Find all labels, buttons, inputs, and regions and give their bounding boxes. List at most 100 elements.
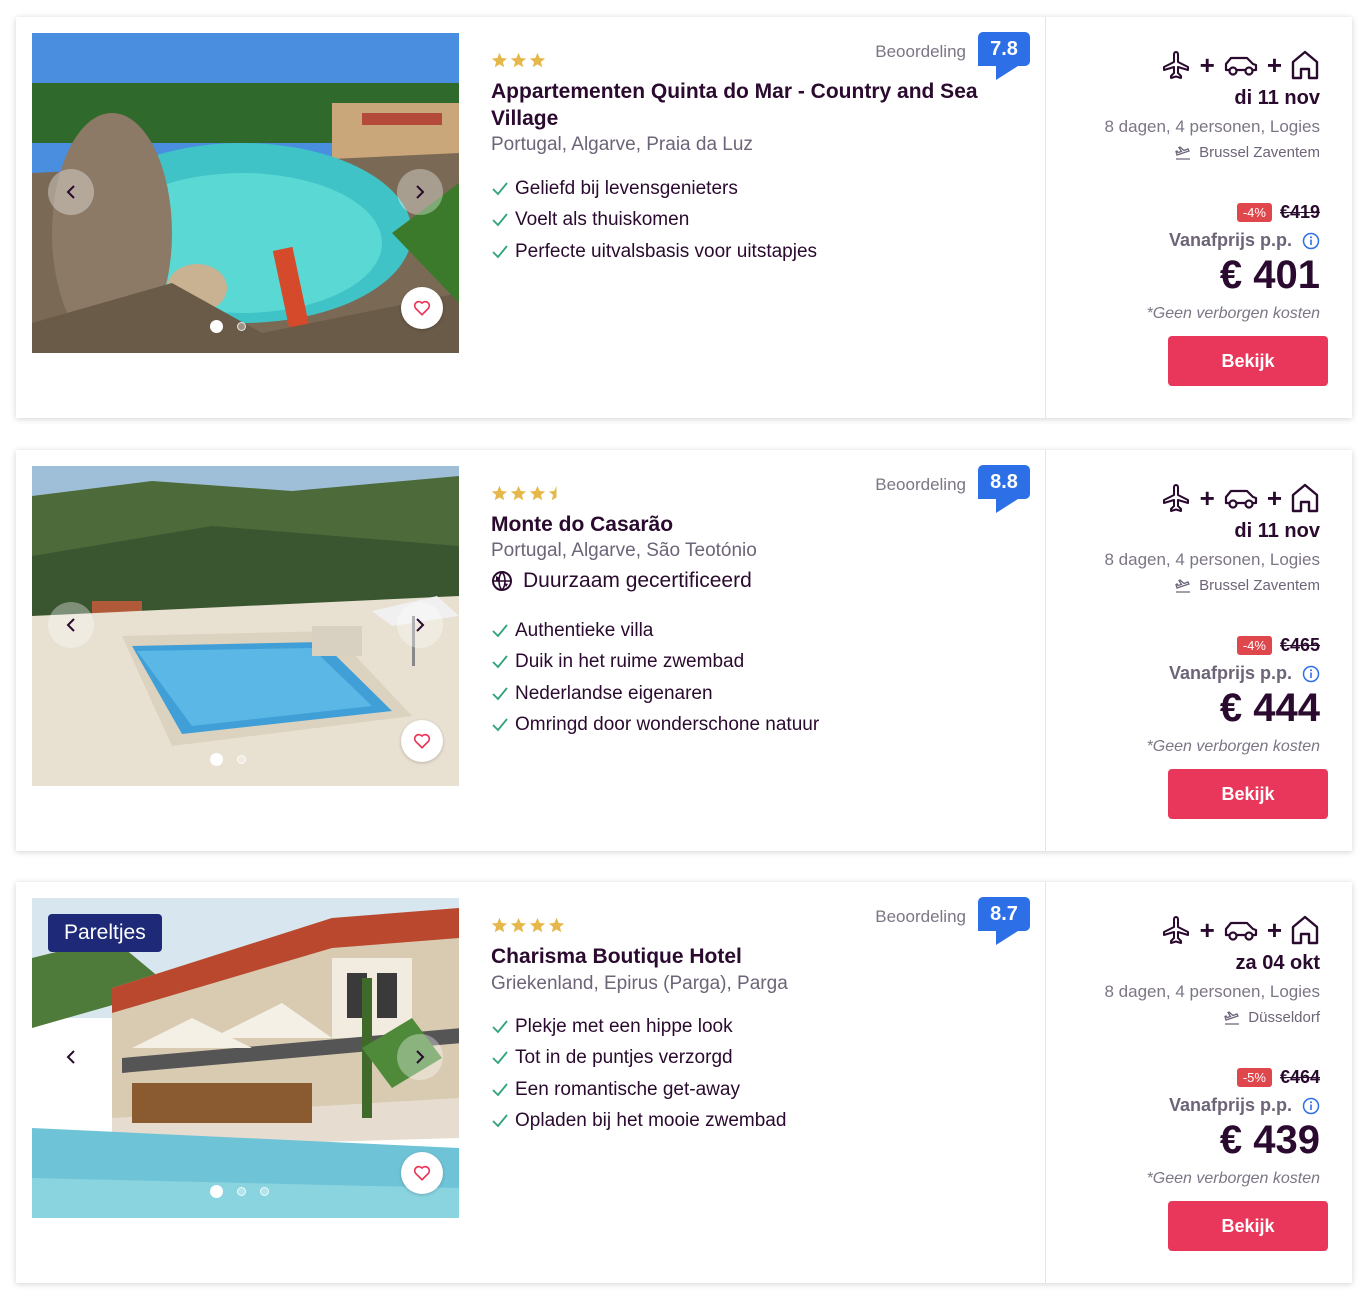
hotel-info: Monte do Casarão Portugal, Algarve, São … xyxy=(491,450,1046,851)
hotel-image-carousel[interactable] xyxy=(32,33,459,353)
view-button[interactable]: Bekijk xyxy=(1168,1201,1328,1251)
star-icon xyxy=(510,917,527,933)
result-card[interactable]: Monte do Casarão Portugal, Algarve, São … xyxy=(16,450,1352,851)
image-pagination xyxy=(210,753,246,766)
pagination-dot[interactable] xyxy=(210,320,223,333)
pagination-dot[interactable] xyxy=(237,322,246,331)
list-item: Een romantische get-away xyxy=(491,1074,786,1106)
heart-icon xyxy=(413,1165,431,1181)
star-icon xyxy=(529,52,546,68)
pagination-dot[interactable] xyxy=(237,755,246,764)
favorite-button[interactable] xyxy=(401,720,443,762)
old-price: €465 xyxy=(1279,635,1320,655)
info-icon[interactable] xyxy=(1302,232,1320,250)
result-card[interactable]: Pareltjes Charisma Boutique Hotel Grieke… xyxy=(16,882,1352,1283)
previous-image-button[interactable] xyxy=(48,169,94,215)
info-icon[interactable] xyxy=(1302,665,1320,683)
usp-text: Nederlandse eigenaren xyxy=(515,682,713,704)
checkmark-icon xyxy=(492,1020,508,1034)
star-icon xyxy=(529,917,546,933)
hotel-location: Portugal, Algarve, Praia da Luz xyxy=(491,134,753,155)
favorite-button[interactable] xyxy=(401,1152,443,1194)
package-icons: + + xyxy=(1160,482,1320,514)
info-icon[interactable] xyxy=(1302,1097,1320,1115)
pagination-dot[interactable] xyxy=(260,1187,269,1196)
airport-name: Brussel Zaventem xyxy=(1199,577,1320,594)
plus-icon: + xyxy=(1266,483,1282,513)
checkmark-icon xyxy=(492,1114,508,1128)
pagination-dot[interactable] xyxy=(237,1187,246,1196)
hotel-location: Griekenland, Epirus (Parga), Parga xyxy=(491,973,788,994)
results-list: Appartementen Quinta do Mar - Country an… xyxy=(0,0,1372,1302)
rating-badge: 7.8 xyxy=(978,32,1030,80)
checkmark-icon xyxy=(492,245,508,259)
globe-icon xyxy=(492,571,512,591)
from-price-text: Vanafprijs p.p. xyxy=(1168,663,1292,683)
from-price-label: Vanafprijs p.p. xyxy=(1169,1095,1320,1116)
usp-text: Perfecte uitvalsbasis voor uitstapjes xyxy=(515,240,818,262)
checkmark-icon xyxy=(492,213,508,227)
usp-text: Geliefd bij levensgenieters xyxy=(515,177,738,199)
price: € 401 xyxy=(1219,253,1320,297)
list-item: Plekje met een hippe look xyxy=(491,1011,786,1043)
list-item: Omringd door wonderschone natuur xyxy=(491,710,819,742)
star-icon xyxy=(491,485,508,501)
chevron-left-icon xyxy=(66,618,75,632)
list-item: Duik in het ruime zwembad xyxy=(491,647,819,679)
usp-text: Een romantische get-away xyxy=(515,1078,740,1100)
usp-list: Authentieke villa Duik in het ruime zwem… xyxy=(491,615,819,741)
certification-text: Duurzaam gecertificeerd xyxy=(523,569,752,592)
image-pagination xyxy=(210,1185,269,1198)
departure-airport: Düsseldorf xyxy=(1224,1009,1320,1026)
from-price-label: Vanafprijs p.p. xyxy=(1169,230,1320,251)
hotel-title[interactable]: Appartementen Quinta do Mar - Country an… xyxy=(491,78,981,132)
plane-departure-icon xyxy=(1175,578,1191,593)
star-rating xyxy=(491,917,565,934)
star-rating xyxy=(491,52,546,69)
pagination-dot[interactable] xyxy=(210,753,223,766)
previous-image-button[interactable] xyxy=(48,1034,94,1080)
plane-icon xyxy=(1162,484,1189,512)
next-image-button[interactable] xyxy=(397,1034,443,1080)
usp-text: Voelt als thuiskomen xyxy=(515,209,690,231)
chevron-right-icon xyxy=(416,185,425,199)
checkmark-icon xyxy=(492,1051,508,1065)
rating-label: Beoordeling xyxy=(875,42,966,61)
next-image-button[interactable] xyxy=(397,169,443,215)
next-image-button[interactable] xyxy=(397,602,443,648)
usp-text: Tot in de puntjes verzorgd xyxy=(515,1047,733,1069)
list-item: Authentieke villa xyxy=(491,615,819,647)
discount: -5% €464 xyxy=(1236,1067,1320,1088)
half-star-icon xyxy=(548,485,557,501)
view-button[interactable]: Bekijk xyxy=(1168,336,1328,386)
hotel-image-carousel[interactable]: Pareltjes xyxy=(32,898,459,1218)
hotel-location: Portugal, Algarve, São Teotónio xyxy=(491,540,757,561)
star-icon xyxy=(529,485,546,501)
hotel-photo xyxy=(32,33,459,353)
car-icon xyxy=(1224,56,1257,76)
rating: Beoordeling 7.8 xyxy=(875,32,1030,80)
trip-details: 8 dagen, 4 personen, Logies xyxy=(1104,982,1320,1001)
hotel-title[interactable]: Monte do Casarão xyxy=(491,511,981,538)
pagination-dot[interactable] xyxy=(210,1185,223,1198)
home-icon xyxy=(1291,50,1319,80)
chevron-right-icon xyxy=(416,1050,425,1064)
previous-image-button[interactable] xyxy=(48,602,94,648)
rating: Beoordeling 8.8 xyxy=(875,465,1030,513)
plus-icon: + xyxy=(1266,915,1282,945)
view-button[interactable]: Bekijk xyxy=(1168,769,1328,819)
star-icon xyxy=(548,917,565,933)
hotel-image-carousel[interactable] xyxy=(32,466,459,786)
package-icons: + + xyxy=(1160,914,1320,946)
favorite-button[interactable] xyxy=(401,287,443,329)
departure-airport: Brussel Zaventem xyxy=(1175,144,1320,161)
plane-departure-icon xyxy=(1224,1010,1240,1025)
price-panel: + + di 11 nov 8 dagen, 4 personen, Logie… xyxy=(1045,17,1352,418)
heart-icon xyxy=(413,733,431,749)
chevron-left-icon xyxy=(66,1050,75,1064)
usp-text: Duik in het ruime zwembad xyxy=(515,651,745,673)
result-card[interactable]: Appartementen Quinta do Mar - Country an… xyxy=(16,17,1352,418)
no-hidden-costs-note: *Geen verborgen kosten xyxy=(1146,1170,1320,1187)
old-price: €419 xyxy=(1279,202,1320,222)
hotel-title[interactable]: Charisma Boutique Hotel xyxy=(491,943,981,970)
